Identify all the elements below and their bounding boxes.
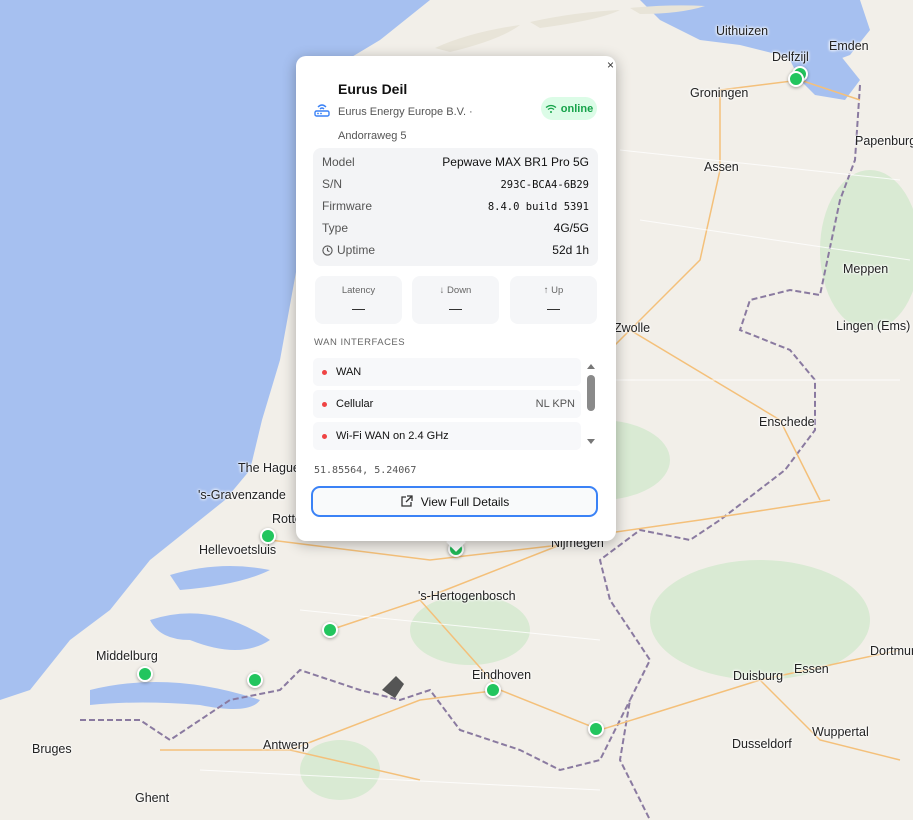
city-label: Middelburg: [96, 649, 158, 663]
scroll-down-icon[interactable]: [587, 439, 595, 444]
city-label: Eindhoven: [472, 668, 532, 682]
close-icon[interactable]: ×: [607, 58, 614, 72]
device-title: Eurus Deil: [338, 81, 408, 97]
arrow-up-icon: ↑: [543, 285, 549, 296]
arrow-down-icon: ↓: [439, 285, 445, 296]
status-dot: [322, 434, 327, 439]
spec-row-uptime: Uptime 52d 1h: [322, 243, 589, 261]
spec-table: Model Pepwave MAX BR1 Pro 5G S/N 293C-BC…: [313, 148, 598, 266]
metric-value: —: [352, 301, 365, 316]
spec-value: Pepwave MAX BR1 Pro 5G: [442, 155, 589, 169]
scroll-up-icon[interactable]: [587, 364, 595, 369]
city-label: Meppen: [843, 262, 889, 276]
city-label: Uithuizen: [716, 24, 769, 38]
spec-row-firmware: Firmware 8.4.0 build 5391: [322, 199, 589, 217]
metric-label: Latency: [341, 285, 376, 296]
city-label: 's-Gravenzande: [198, 488, 286, 502]
wifi-icon: [545, 104, 557, 113]
spec-key-uptime: Uptime: [322, 243, 375, 257]
device-coordinates: 51.85564, 5.24067: [314, 465, 417, 476]
clock-icon: [322, 244, 333, 256]
city-label: Assen: [704, 160, 739, 174]
device-marker[interactable]: [137, 666, 153, 682]
spec-row-type: Type 4G/5G: [322, 221, 589, 239]
city-label: Dortmund: [870, 644, 913, 658]
device-marker[interactable]: [588, 721, 604, 737]
city-label: Hellevoetsluis: [199, 543, 277, 557]
wan-item: Wi-Fi WAN on 2.4 GHz: [313, 422, 581, 450]
spec-value: 52d 1h: [552, 243, 589, 257]
city-label: Papenburg: [855, 134, 913, 148]
city-label: Zwolle: [614, 321, 651, 335]
spec-value: 293C-BCA4-6B29: [500, 179, 589, 191]
city-label: Ghent: [135, 791, 170, 805]
metric-value: —: [547, 301, 560, 316]
city-label: Dusseldorf: [732, 737, 792, 751]
spec-key: Model: [322, 155, 355, 169]
wan-carrier: NL KPN: [535, 398, 575, 410]
spec-key: Firmware: [322, 199, 372, 213]
city-label: Emden: [829, 39, 869, 53]
wan-scrollbar[interactable]: [585, 361, 597, 447]
scroll-thumb[interactable]: [587, 375, 595, 411]
external-link-icon: [401, 495, 413, 507]
city-label: 's-Hertogenbosch: [418, 589, 516, 603]
status-dot: [322, 370, 327, 375]
wan-item: WAN: [313, 358, 581, 386]
device-marker[interactable]: [788, 71, 804, 87]
spec-value: 8.4.0 build 5391: [487, 201, 589, 213]
spec-key: Type: [322, 221, 349, 235]
device-marker[interactable]: [260, 528, 276, 544]
metric-value: —: [449, 301, 462, 316]
metric-up: ↑ Up —: [510, 276, 597, 324]
device-marker[interactable]: [247, 672, 263, 688]
city-label: Groningen: [690, 86, 749, 100]
device-owner: Eurus Energy Europe B.V. · Andorraweg 5: [338, 102, 518, 147]
metric-label: Up: [551, 285, 564, 296]
wan-name: Cellular: [336, 398, 374, 410]
status-badge: online: [541, 97, 597, 120]
owner-address: Andorraweg 5: [338, 130, 407, 142]
router-icon: [314, 104, 330, 117]
wan-name: WAN: [336, 366, 362, 378]
city-label: Antwerp: [263, 738, 309, 752]
metric-label: Down: [447, 285, 472, 296]
wan-heading: WAN INTERFACES: [314, 337, 406, 348]
city-label: Bruges: [32, 742, 72, 756]
wan-item: Cellular NL KPN: [313, 390, 581, 418]
spec-value: 4G/5G: [553, 221, 589, 235]
status-label: online: [560, 102, 594, 115]
city-label: Enschede: [759, 415, 815, 429]
status-dot: [322, 402, 327, 407]
button-label: View Full Details: [420, 494, 510, 509]
spec-key: Uptime: [337, 243, 376, 257]
wan-name: Wi-Fi WAN on 2.4 GHz: [336, 430, 449, 442]
city-label: The Hague: [238, 461, 300, 475]
metric-latency: Latency —: [315, 276, 402, 324]
owner-name: Eurus Energy Europe B.V. ·: [338, 106, 473, 118]
city-label: Essen: [794, 662, 829, 676]
view-full-details-button[interactable]: View Full Details: [311, 486, 598, 517]
city-label: Delfzijl: [772, 50, 809, 64]
wan-list[interactable]: WAN Cellular NL KPN Wi-Fi WAN on 2.4 GHz: [313, 356, 581, 450]
device-marker[interactable]: [322, 622, 338, 638]
city-label: Wuppertal: [812, 725, 869, 739]
metric-down: ↓ Down —: [412, 276, 499, 324]
spec-key: S/N: [322, 177, 343, 191]
city-label: Lingen (Ems): [836, 319, 911, 333]
device-marker[interactable]: [485, 682, 501, 698]
city-label: Duisburg: [733, 669, 784, 683]
spec-row-model: Model Pepwave MAX BR1 Pro 5G: [322, 155, 589, 173]
spec-row-serial: S/N 293C-BCA4-6B29: [322, 177, 589, 195]
